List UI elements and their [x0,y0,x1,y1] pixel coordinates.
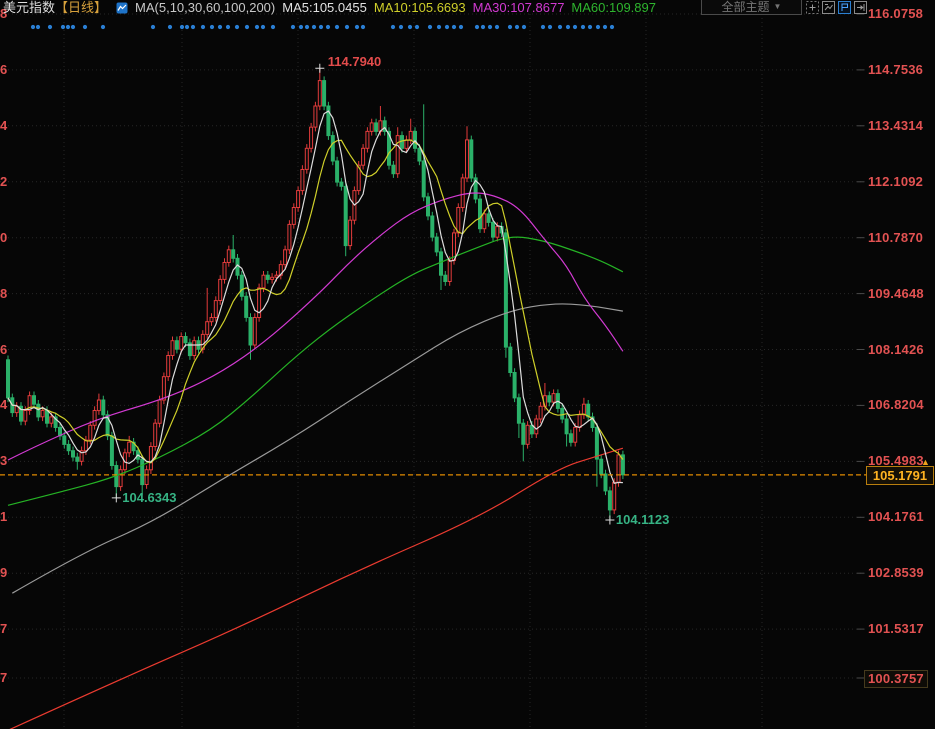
dock-right-icon[interactable] [854,1,867,14]
instrument-title: 美元指数 [3,0,55,15]
y-axis-label: 104.1761 [868,509,924,525]
y-axis-label: 113.4314 [868,118,923,134]
y-axis-label-clipped: 9 [0,565,7,581]
trading-chart-window: 美元指数【日线】 MA(5,10,30,60,100,200) MA5:105.… [0,0,935,729]
y-axis-label-clipped: 4 [0,397,7,413]
ma5-value: MA5:105.0455 [282,0,367,15]
y-axis-label-clipped: 7 [0,670,7,686]
ma10-value: MA10:105.6693 [374,0,466,15]
y-axis-label: 110.7870 [868,230,923,246]
candlestick-chart[interactable] [0,0,935,729]
highest-price-annotation: 114.7940 [328,54,382,69]
crosshair-panel-icon[interactable] [806,1,819,14]
y-axis-label-clipped: 0 [0,230,7,246]
period-label: 【日线】 [55,0,107,15]
chart-header: 美元指数【日线】 MA(5,10,30,60,100,200) MA5:105.… [3,0,656,15]
low-price-annotation-2: 104.1123 [616,512,670,527]
ma30-value: MA30:107.8677 [473,0,565,15]
themes-dropdown[interactable]: 全部主题 ▼ [701,0,802,15]
current-price-badge: 105.1791 [866,466,934,485]
y-axis-label: 112.1092 [868,174,923,190]
chevron-down-icon: ▼ [774,2,782,11]
y-axis-label: 106.8204 [868,397,924,413]
y-axis-label-clipped: 7 [0,621,7,637]
chart-flag-icon[interactable] [838,1,851,14]
y-axis-label: 102.8539 [868,565,924,581]
dock-window-icon[interactable] [822,1,835,14]
window-layout-toolbar [806,1,867,14]
line-chart-icon [116,2,128,14]
ma-settings-label: MA(5,10,30,60,100,200) [135,0,275,15]
ma60-value: MA60:109.897 [571,0,656,15]
themes-dropdown-label: 全部主题 [722,0,770,15]
y-axis-label: 108.1426 [868,342,924,358]
y-axis-label: 116.0758 [868,6,923,22]
y-axis-label-clipped: 4 [0,118,7,134]
y-axis-label: 109.4648 [868,286,924,302]
price-up-arrow-icon: ▲ [921,458,930,467]
y-axis-label-clipped: 6 [0,62,7,78]
y-axis-label: 101.5317 [868,621,924,637]
y-axis-label: 100.3757 [864,670,928,688]
y-axis-label-clipped: 2 [0,174,7,190]
y-axis-label-clipped: 1 [0,509,7,525]
low-price-annotation-1: 104.6343 [122,490,176,505]
y-axis-label-clipped: 3 [0,453,7,469]
y-axis-label-clipped: 6 [0,342,7,358]
y-axis-label: 114.7536 [868,62,923,78]
y-axis-label-clipped: 8 [0,286,7,302]
